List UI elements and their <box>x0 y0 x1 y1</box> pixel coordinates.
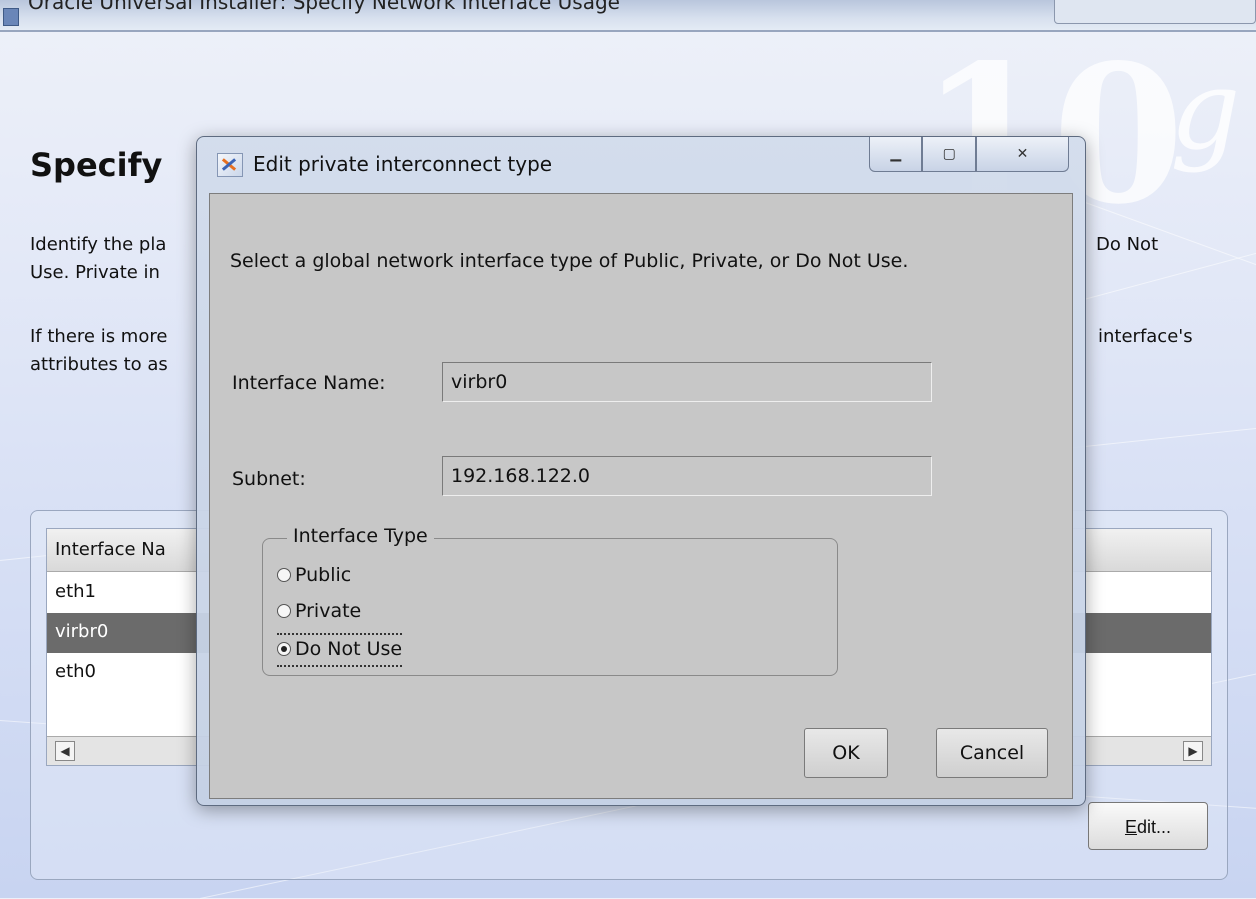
minimize-icon[interactable]: ▁ <box>869 137 923 172</box>
page-heading: Specify <box>30 146 163 184</box>
edit-label: dit... <box>1137 817 1172 837</box>
subnet-field[interactable] <box>442 456 932 496</box>
scroll-left-icon[interactable]: ◀ <box>55 741 75 761</box>
dialog-content: Select a global network interface type o… <box>209 193 1073 799</box>
background-window-title: Oracle Universal Installer: Specify Netw… <box>28 0 620 14</box>
close-icon[interactable]: ✕ <box>975 137 1069 172</box>
edit-mnemonic: E <box>1124 817 1137 837</box>
edit-button[interactable]: Edit... <box>1088 802 1208 850</box>
description-text: If there is more <box>30 326 168 347</box>
background-window-controls[interactable] <box>1054 0 1256 24</box>
radio-label: Do Not Use <box>295 638 403 660</box>
background-grid-line <box>1080 248 1256 301</box>
edit-interconnect-dialog: Edit private interconnect type ▁ ▢ ✕ Sel… <box>196 136 1086 806</box>
dialog-instruction: Select a global network interface type o… <box>230 250 909 272</box>
description-text: attributes to as <box>30 354 168 375</box>
maximize-icon[interactable]: ▢ <box>922 137 976 172</box>
description-text: Identify the pla <box>30 234 167 255</box>
radio-private[interactable]: Private <box>277 597 361 625</box>
radio-button-icon[interactable] <box>277 568 291 582</box>
radio-do-not-use[interactable]: Do Not Use <box>277 633 403 667</box>
radio-button-selected-icon[interactable] <box>277 642 291 656</box>
cancel-button[interactable]: Cancel <box>936 728 1048 778</box>
oracle-10g-logo-letter: g <box>1170 46 1241 174</box>
description-text: interface's <box>1098 326 1193 347</box>
installer-icon <box>3 8 19 26</box>
interface-type-legend: Interface Type <box>287 525 434 547</box>
interface-name-field[interactable] <box>442 362 932 402</box>
ok-button[interactable]: OK <box>804 728 888 778</box>
dialog-title: Edit private interconnect type <box>253 152 553 176</box>
description-text: Do Not <box>1096 234 1159 255</box>
interface-name-label: Interface Name: <box>232 372 386 394</box>
radio-button-icon[interactable] <box>277 604 291 618</box>
dialog-window-controls: ▁ ▢ ✕ <box>869 137 1069 173</box>
focus-indicator <box>277 665 403 667</box>
column-header-interface-name[interactable]: Interface Na <box>55 539 166 560</box>
radio-label: Public <box>295 564 352 586</box>
focus-indicator <box>277 633 403 635</box>
table-cell: eth1 <box>55 581 96 602</box>
radio-label: Private <box>295 600 362 622</box>
radio-public[interactable]: Public <box>277 561 351 589</box>
subnet-label: Subnet: <box>232 468 306 490</box>
dialog-app-icon <box>217 153 243 177</box>
description-text: Use. Private in <box>30 262 160 283</box>
table-cell: eth0 <box>55 661 96 682</box>
table-cell: virbr0 <box>55 621 109 642</box>
interface-type-group: Interface Type Public Private Do Not Use <box>262 525 838 676</box>
scroll-right-icon[interactable]: ▶ <box>1183 741 1203 761</box>
